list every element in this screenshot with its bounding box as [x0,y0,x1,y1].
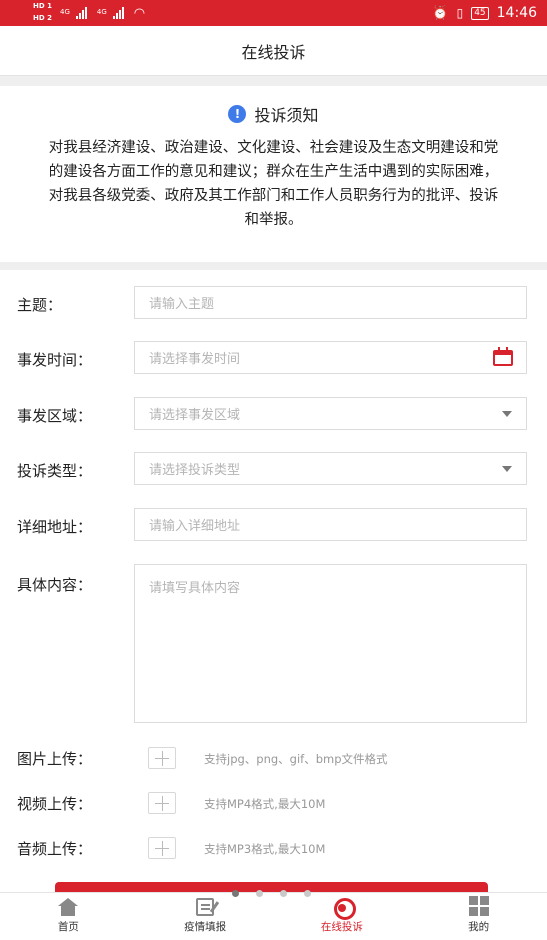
page-header: 在线投诉 [0,26,547,76]
notice-heading: ! 投诉须知 [44,102,503,126]
hd-badge: HD 1 [33,2,52,10]
pager-dot[interactable] [304,890,311,897]
incident-time-picker[interactable]: 请选择事发时间 [134,341,527,374]
tab-label: 在线投诉 [320,921,363,933]
pager-dot[interactable] [280,890,287,897]
audio-upload-label: 音频上传： [17,840,93,858]
home-icon [57,898,79,916]
clock: 14:46 [496,5,537,21]
chevron-down-icon[interactable] [502,410,512,417]
complaint-type-select[interactable]: 请选择投诉类型 [134,452,527,485]
incident-time-placeholder: 请选择事发时间 [149,352,241,367]
signal-icon [75,7,87,19]
video-upload-hint: 支持MP4格式,最大10M [204,797,326,811]
signal-icon [112,7,124,19]
service-icon [331,898,356,920]
notice-text: 对我县经济建设、政治建设、文化建设、社会建设及生态文明建设和党的建设各方面工作的… [48,140,499,228]
network-type: 4G [96,7,107,16]
notice-title: 投诉须知 [254,106,319,125]
page-title: 在线投诉 [241,42,306,62]
vibrate-icon: ▯ [456,6,464,20]
video-upload-label: 视频上传： [17,795,93,813]
calendar-icon[interactable] [493,346,513,366]
chevron-down-icon[interactable] [502,465,512,472]
hd-badge: HD 2 [33,14,52,22]
alarm-icon: ⏰ [432,5,449,21]
address-label: 详细地址： [17,518,93,536]
network-type: 4G [60,7,70,16]
complaint-type-label: 投诉类型： [17,462,93,480]
subject-label: 主题： [17,296,63,314]
pager-dot[interactable] [232,890,239,897]
incident-time-label: 事发时间： [17,351,93,369]
video-upload-button[interactable] [148,792,176,814]
complaint-type-placeholder: 请选择投诉类型 [149,463,241,478]
image-upload-label: 图片上传： [17,750,93,768]
tab-mine[interactable]: 我的 [410,893,547,940]
image-upload-hint: 支持jpg、png、gif、bmp文件格式 [204,752,388,766]
tab-home[interactable]: 首页 [0,893,137,940]
tab-label: 疫情填报 [184,921,227,933]
grid-icon [468,896,489,916]
info-icon: ! [228,105,247,123]
audio-upload-button[interactable] [148,837,176,859]
content-placeholder: 请填写具体内容 [149,581,241,596]
content-label: 具体内容： [17,576,93,594]
battery-icon: 45 [471,6,489,20]
address-placeholder: 请输入详细地址 [149,519,241,534]
status-bar: HD 1 HD 2 4G 4G ◠ ⏰ ▯ 45 14:46 [0,0,547,26]
subject-input[interactable]: 请输入主题 [134,286,527,319]
tab-label: 首页 [57,921,79,933]
complaint-notice: ! 投诉须知 对我县经济建设、政治建设、文化建设、社会建设及生态文明建设和党的建… [0,86,547,262]
audio-upload-hint: 支持MP3格式,最大10M [204,842,326,856]
tab-epidemic-report[interactable]: 疫情填报 [137,893,274,940]
subject-placeholder: 请输入主题 [149,297,215,312]
tab-online-complaint[interactable]: 在线投诉 [274,893,411,940]
pager-dots [232,890,311,897]
bottom-tabbar: 首页 疫情填报 在线投诉 我的 [0,892,547,940]
edit-icon [196,898,215,916]
content-textarea[interactable]: 请填写具体内容 [134,564,527,723]
incident-area-select[interactable]: 请选择事发区域 [134,397,527,430]
image-upload-button[interactable] [148,747,176,769]
tab-label: 我的 [468,921,490,933]
wifi-icon: ◠ [133,5,146,21]
incident-area-label: 事发区域： [17,407,93,425]
pager-dot[interactable] [256,890,263,897]
incident-area-placeholder: 请选择事发区域 [149,408,241,423]
address-input[interactable]: 请输入详细地址 [134,508,527,541]
